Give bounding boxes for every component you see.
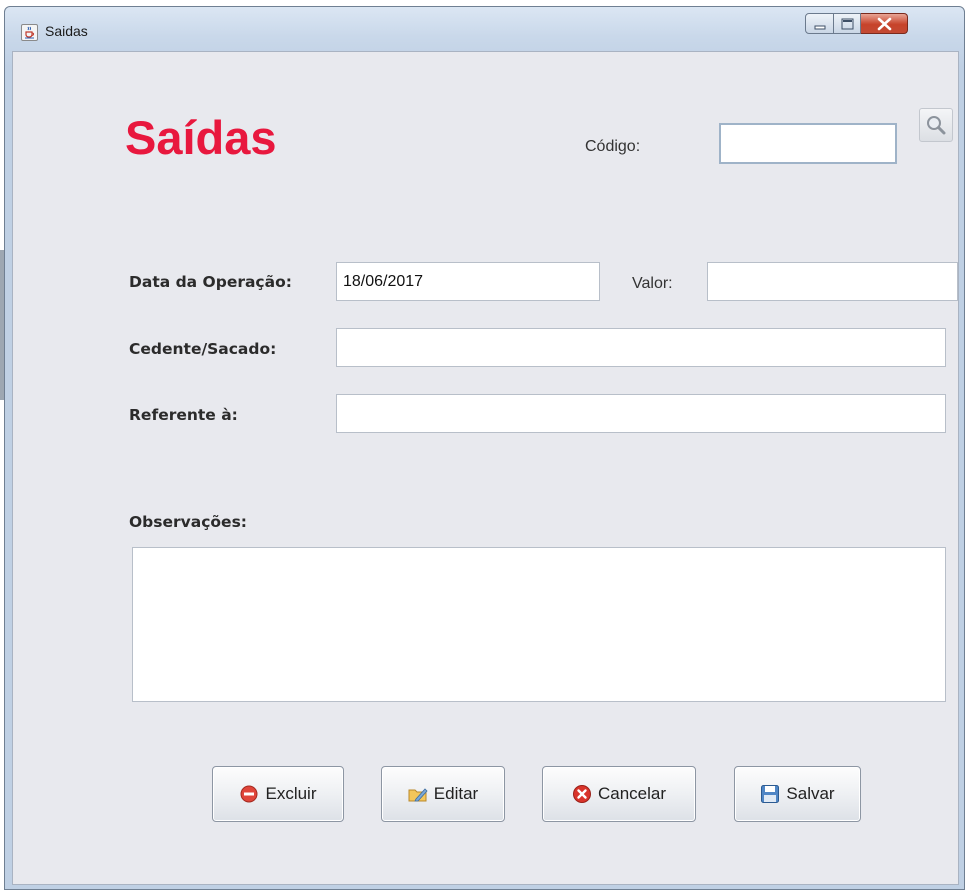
- salvar-label: Salvar: [786, 784, 835, 803]
- codigo-input[interactable]: [719, 123, 897, 164]
- excluir-button[interactable]: Excluir: [212, 766, 344, 822]
- valor-input[interactable]: [707, 262, 958, 301]
- window-title: Saidas: [45, 23, 88, 39]
- search-icon: [927, 116, 946, 135]
- observacoes-label: Observações:: [129, 513, 247, 531]
- excluir-label: Excluir: [265, 784, 317, 803]
- cancelar-button[interactable]: Cancelar: [542, 766, 696, 822]
- editar-label: Editar: [433, 784, 479, 803]
- maximize-button[interactable]: [834, 13, 861, 34]
- referente-label: Referente à:: [129, 406, 238, 424]
- app-window: Saidas Saídas Código: Data da Operação: …: [4, 6, 965, 890]
- delete-icon: [239, 784, 259, 804]
- data-operacao-label: Data da Operação:: [129, 273, 292, 291]
- page-title: Saídas: [125, 111, 277, 164]
- title-bar[interactable]: Saidas: [5, 7, 964, 57]
- valor-label: Valor:: [632, 275, 673, 292]
- minimize-icon: [814, 25, 826, 30]
- data-operacao-input[interactable]: [336, 262, 600, 301]
- observacoes-textarea[interactable]: [132, 547, 946, 702]
- cedente-sacado-label: Cedente/Sacado:: [129, 340, 277, 358]
- edit-folder-icon: [408, 784, 428, 804]
- referente-input[interactable]: [336, 394, 946, 433]
- close-button[interactable]: [861, 13, 908, 34]
- form-panel: Saídas Código:: [12, 51, 959, 885]
- codigo-label: Código:: [585, 138, 641, 155]
- java-cup-icon: [21, 24, 38, 41]
- maximize-icon: [841, 18, 854, 30]
- cedente-sacado-input[interactable]: [336, 328, 946, 367]
- cancelar-label: Cancelar: [597, 784, 667, 803]
- editar-button[interactable]: Editar: [381, 766, 505, 822]
- salvar-button[interactable]: Salvar: [734, 766, 861, 822]
- minimize-button[interactable]: [805, 13, 834, 34]
- save-disk-icon: [760, 784, 780, 804]
- cancel-icon: [572, 784, 592, 804]
- close-icon: [877, 17, 892, 31]
- search-button[interactable]: [919, 108, 953, 142]
